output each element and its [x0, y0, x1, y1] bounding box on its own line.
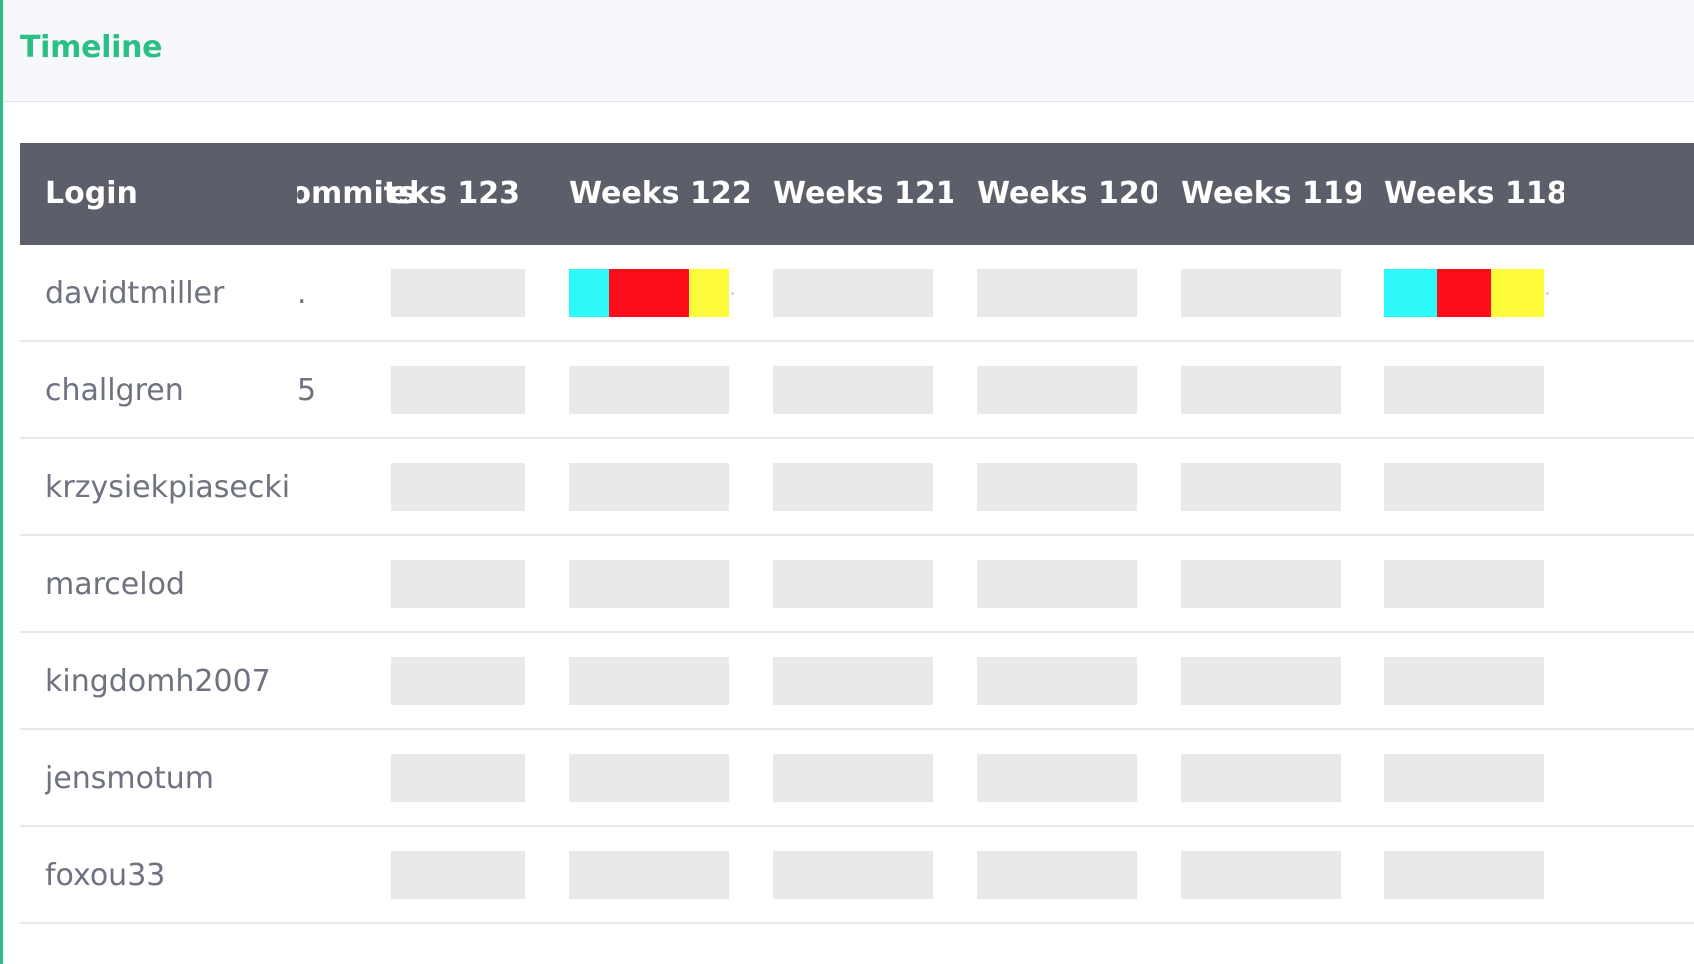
week-activity-cell[interactable] [773, 269, 933, 317]
week-activity-cell[interactable] [569, 851, 729, 899]
week-activity-cell[interactable] [1384, 851, 1544, 899]
column-header-week[interactable]: Weeks 119 [1181, 143, 1361, 245]
table-row[interactable]: jensmotum [20, 730, 1694, 827]
commits-cell [297, 633, 321, 730]
week-activity-cell[interactable] [569, 560, 729, 608]
week-activity-cell[interactable] [1181, 754, 1341, 802]
commits-cell [297, 439, 321, 536]
column-header-login[interactable]: Login [45, 143, 295, 245]
week-activity-cell[interactable] [773, 366, 933, 414]
week-activity-cell[interactable] [1384, 560, 1544, 608]
login-cell: krzysiekpiasecki [45, 470, 290, 505]
week-activity-cell[interactable] [1384, 366, 1544, 414]
week-activity-cell[interactable] [391, 851, 525, 899]
timeline-table: Login Commits Weeks 123Weeks 122Weeks 12… [20, 143, 1694, 964]
activity-segment [609, 269, 689, 317]
week-activity-cell[interactable] [773, 851, 933, 899]
commits-cell [297, 730, 321, 827]
week-activity-cell[interactable] [569, 366, 729, 414]
login-cell: challgren [45, 373, 184, 408]
week-activity-cell[interactable] [1181, 463, 1341, 511]
page-header: Timeline [3, 0, 1694, 102]
activity-segment [689, 269, 729, 317]
week-activity-cell[interactable] [391, 463, 525, 511]
week-activity-cell[interactable] [569, 754, 729, 802]
week-activity-cell[interactable] [977, 366, 1137, 414]
week-activity-cell[interactable] [773, 560, 933, 608]
week-activity-cell[interactable] [1384, 463, 1544, 511]
week-activity-cell[interactable] [1181, 366, 1341, 414]
week-activity-cell[interactable] [977, 851, 1137, 899]
week-activity-cell[interactable] [569, 657, 729, 705]
week-activity-cell[interactable] [391, 269, 525, 317]
cell-marker [1546, 292, 1549, 295]
column-header-week[interactable]: Weeks 121 [773, 143, 953, 245]
commits-cell: 5 [297, 373, 317, 408]
activity-segment [1490, 269, 1544, 317]
week-activity-cell[interactable] [569, 463, 729, 511]
table-body: davidtmiller. challgren 5 krzysiekpiasecki m… [20, 245, 1694, 924]
week-activity-cell[interactable] [977, 657, 1137, 705]
login-cell: foxou33 [45, 858, 166, 893]
week-activity-cell[interactable] [977, 754, 1137, 802]
table-row[interactable]: davidtmiller. [20, 245, 1694, 342]
column-header-week[interactable]: Weeks 123 [391, 143, 520, 245]
week-activity-cell[interactable] [391, 754, 525, 802]
login-cell: davidtmiller [45, 276, 225, 311]
commits-cell [297, 827, 321, 924]
week-activity-cell[interactable] [391, 560, 525, 608]
week-activity-cell[interactable] [391, 657, 525, 705]
week-activity-cell[interactable] [1181, 560, 1341, 608]
cell-marker [731, 292, 734, 295]
column-header-week[interactable]: Weeks 118 [1384, 143, 1564, 245]
activity-segment [569, 269, 609, 317]
table-header: Login Commits Weeks 123Weeks 122Weeks 12… [20, 143, 1694, 245]
week-activity-cell[interactable] [773, 754, 933, 802]
week-activity-cell[interactable] [773, 657, 933, 705]
login-cell: jensmotum [45, 761, 215, 796]
week-activity-cell[interactable] [1384, 657, 1544, 705]
table-row[interactable]: kingdomh2007 [20, 633, 1694, 730]
week-activity-cell[interactable] [977, 560, 1137, 608]
week-activity-cell[interactable] [773, 463, 933, 511]
table-row[interactable]: challgren 5 [20, 342, 1694, 439]
week-activity-cell[interactable] [1384, 269, 1544, 317]
week-activity-cell[interactable] [977, 269, 1137, 317]
column-header-week[interactable]: Weeks 122 [569, 143, 749, 245]
week-activity-cell[interactable] [1181, 657, 1341, 705]
table-row[interactable]: marcelod [20, 536, 1694, 633]
activity-segment [1437, 269, 1491, 317]
login-cell: marcelod [45, 567, 185, 602]
table-row[interactable]: foxou33 [20, 827, 1694, 924]
page-title: Timeline [20, 30, 163, 65]
week-activity-cell[interactable] [977, 463, 1137, 511]
activity-segment [1384, 269, 1438, 317]
table-row[interactable]: krzysiekpiasecki [20, 439, 1694, 536]
commits-cell: . [297, 276, 307, 311]
week-activity-cell[interactable] [1181, 851, 1341, 899]
commits-cell [297, 536, 321, 633]
week-activity-cell[interactable] [1181, 269, 1341, 317]
timeline-view: Timeline Login Commits Weeks 123Weeks 12… [0, 0, 1694, 964]
column-header-week[interactable]: Weeks 120 [977, 143, 1157, 245]
week-activity-cell[interactable] [1384, 754, 1544, 802]
week-activity-cell[interactable] [569, 269, 729, 317]
login-cell: kingdomh2007 [45, 664, 271, 699]
week-activity-cell[interactable] [391, 366, 525, 414]
